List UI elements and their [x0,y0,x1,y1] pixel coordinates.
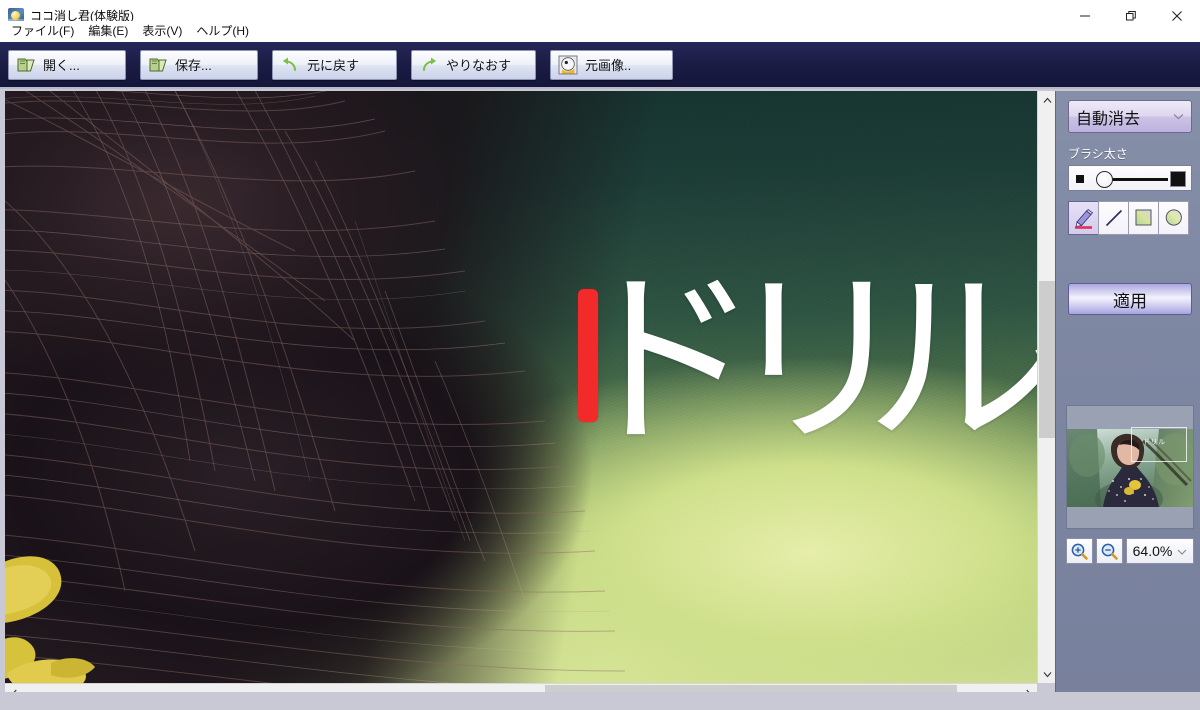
redo-button-label: やりなおす [446,55,511,74]
text-overlay: ド リ ル っ [5,91,1037,683]
open-folder-icon [16,55,36,75]
status-bar [0,692,1200,710]
apply-button[interactable]: 適用 [1068,283,1192,315]
slider-handle[interactable] [1096,171,1113,188]
zoom-out-button[interactable] [1096,538,1123,564]
ellipse-tool-button[interactable] [1158,201,1189,235]
overlay-char-4: っ [1005,266,1037,456]
apply-button-label: 適用 [1113,287,1147,312]
rectangle-tool-button[interactable] [1128,201,1159,235]
mode-dropdown[interactable]: 自動消去 [1068,100,1192,133]
tool-panel: 自動消去 ブラシ太さ [1055,91,1200,710]
vertical-scrollbar[interactable] [1037,91,1055,683]
brush-stroke-mark [578,289,598,422]
save-button[interactable]: 保存... [140,50,258,80]
image-canvas[interactable]: ド リ ル っ [5,91,1037,683]
original-image-icon [558,55,578,75]
zoom-chevron-down-icon [1177,542,1187,560]
mode-dropdown-value: 自動消去 [1076,105,1173,129]
open-button[interactable]: 開く... [8,50,126,80]
redo-arrow-icon [419,55,439,75]
original-image-button[interactable]: 元画像.. [550,50,673,80]
zoom-in-button[interactable] [1066,538,1093,564]
menu-file[interactable]: ファイル(F) [4,22,81,41]
thumbnail-text: ドリル [1143,437,1166,447]
photo-image: ド リ ル っ [5,91,1037,683]
scroll-down-icon[interactable] [1038,665,1056,683]
undo-button-label: 元に戻す [307,55,359,74]
original-image-button-label: 元画像.. [585,55,631,74]
thumbnail-preview[interactable]: ドリル [1066,405,1194,529]
small-size-icon [1076,175,1084,183]
open-button-label: 開く... [43,55,80,74]
brush-size-slider[interactable] [1068,165,1192,191]
line-tool-button[interactable] [1098,201,1129,235]
menu-bar: ファイル(F) 編集(E) 表示(V) ヘルプ(H) [0,21,1200,42]
line-icon [1102,206,1126,230]
toolbar: 開く... 保存... 元に戻す やりなおす [0,42,1200,89]
scroll-up-icon[interactable] [1038,91,1056,109]
undo-arrow-icon [280,55,300,75]
rectangle-icon [1132,206,1156,230]
canvas-area: ド リ ル っ [0,91,1055,710]
save-button-label: 保存... [175,55,212,74]
menu-edit[interactable]: 編集(E) [81,22,135,41]
pen-tool-button[interactable] [1068,201,1099,235]
menu-help[interactable]: ヘルプ(H) [189,22,256,41]
zoom-level-value: 64.0% [1133,543,1173,559]
zoom-out-icon [1100,542,1119,561]
zoom-in-icon [1070,542,1089,561]
menu-view[interactable]: 表示(V) [135,22,189,41]
chevron-down-icon [1173,111,1184,123]
zoom-level-dropdown[interactable]: 64.0% [1126,538,1194,564]
pen-icon [1072,206,1096,230]
large-size-icon [1170,171,1186,187]
application-window: ココ消し君(体験版) ファイル(F) 編集(E) 表示(V) ヘル [0,0,1200,710]
tool-buttons [1068,201,1192,235]
redo-button[interactable]: やりなおす [411,50,536,80]
zoom-controls: 64.0% [1066,537,1194,565]
brush-size-label: ブラシ太さ [1068,145,1128,162]
ellipse-icon [1162,206,1186,230]
undo-button[interactable]: 元に戻す [272,50,397,80]
save-folder-icon [148,55,168,75]
vertical-scroll-thumb[interactable] [1039,281,1055,438]
